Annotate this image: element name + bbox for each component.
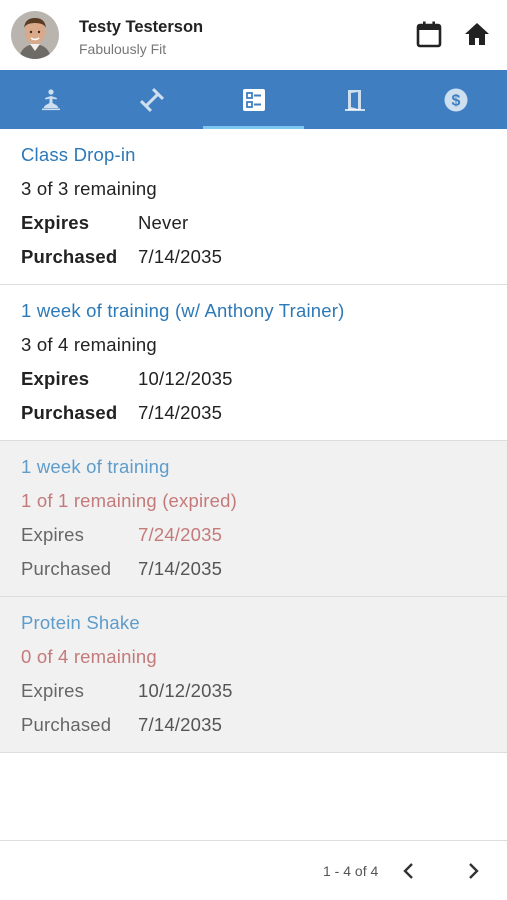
pagination-footer: 1 - 4 of 4	[0, 840, 507, 900]
calendar-icon[interactable]	[414, 19, 444, 49]
expires-label: Expires	[21, 524, 85, 545]
expires-label: Expires	[21, 680, 85, 701]
pass-item-expired: Protein Shake 0 of 4 remaining Expires 1…	[0, 597, 507, 753]
purchased-value: 7/14/2035	[138, 402, 223, 423]
tab-billing[interactable]: $	[406, 70, 507, 129]
purchased-label: Purchased	[21, 558, 112, 579]
purchased-label: Purchased	[21, 402, 118, 423]
pass-item: Class Drop-in 3 of 3 remaining Expires N…	[0, 129, 507, 285]
svg-text:$: $	[452, 92, 461, 109]
purchased-label: Purchased	[21, 246, 118, 267]
home-icon[interactable]	[462, 19, 492, 49]
app-header: Testy Testerson Fabulously Fit	[0, 0, 507, 70]
organization-name: Fabulously Fit	[79, 41, 167, 57]
expires-label: Expires	[21, 368, 90, 389]
pass-item-expired: 1 week of training 1 of 1 remaining (exp…	[0, 441, 507, 597]
pass-item: 1 week of training (w/ Anthony Trainer) …	[0, 285, 507, 441]
pass-remaining: 1 of 1 remaining (expired)	[21, 490, 237, 511]
expires-row: Expires 10/12/2035	[21, 681, 507, 715]
expires-value: Never	[138, 212, 189, 233]
expires-row: Expires Never	[21, 213, 507, 247]
expires-value: 10/12/2035	[138, 680, 233, 701]
purchased-label: Purchased	[21, 714, 112, 735]
expires-row: Expires 10/12/2035	[21, 369, 507, 403]
purchased-row: Purchased 7/14/2035	[21, 403, 507, 437]
tab-checkin[interactable]	[304, 70, 405, 129]
user-name: Testy Testerson	[79, 18, 204, 36]
tab-classes[interactable]	[0, 70, 101, 129]
purchased-row: Purchased 7/14/2035	[21, 247, 507, 281]
workout-icon	[139, 87, 165, 113]
pass-remaining: 0 of 4 remaining	[21, 646, 157, 667]
purchased-value: 7/14/2035	[138, 714, 223, 735]
tab-passes[interactable]	[202, 70, 305, 129]
pass-list: Class Drop-in 3 of 3 remaining Expires N…	[0, 129, 507, 753]
tab-training[interactable]	[101, 70, 202, 129]
door-icon	[342, 87, 368, 113]
pass-title-link[interactable]: Class Drop-in	[21, 145, 507, 179]
purchased-row: Purchased 7/14/2035	[21, 715, 507, 749]
purchased-value: 7/14/2035	[138, 558, 223, 579]
expires-value: 7/24/2035	[138, 524, 223, 545]
chevron-right-icon[interactable]	[461, 859, 485, 883]
purchased-value: 7/14/2035	[138, 246, 223, 267]
pagination-range: 1 - 4 of 4	[323, 863, 379, 879]
passes-icon	[241, 87, 267, 113]
pass-title-link[interactable]: 1 week of training	[21, 457, 507, 491]
pass-title-link[interactable]: 1 week of training (w/ Anthony Trainer)	[21, 301, 507, 335]
pass-title-link[interactable]: Protein Shake	[21, 613, 507, 647]
expires-row: Expires 7/24/2035	[21, 525, 507, 559]
meditation-icon	[38, 87, 64, 113]
pass-remaining: 3 of 3 remaining	[21, 178, 157, 199]
pass-remaining: 3 of 4 remaining	[21, 334, 157, 355]
purchased-row: Purchased 7/14/2035	[21, 559, 507, 593]
expires-value: 10/12/2035	[138, 368, 233, 389]
tab-bar: $	[0, 70, 507, 129]
chevron-left-icon[interactable]	[397, 859, 421, 883]
expires-label: Expires	[21, 212, 90, 233]
user-avatar[interactable]	[11, 11, 59, 59]
dollar-icon: $	[443, 87, 469, 113]
